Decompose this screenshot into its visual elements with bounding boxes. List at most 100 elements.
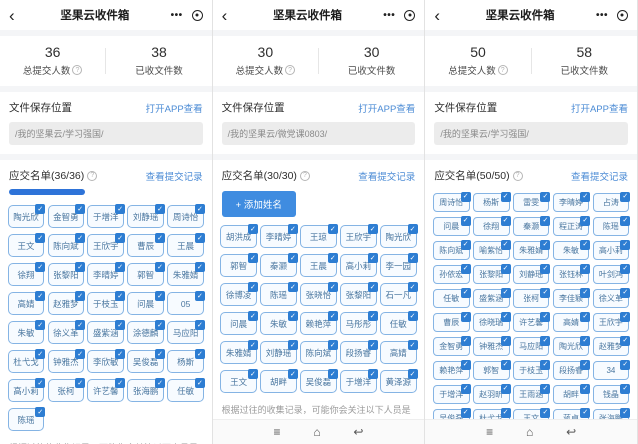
name-chip[interactable]: 陶光欣 ✓ [553,337,590,356]
back-icon[interactable]: ‹ [434,7,454,24]
name-chip[interactable]: 任敏 ✓ [167,379,204,402]
name-chip[interactable]: 徐义革 ✓ [48,321,85,344]
name-chip[interactable]: 陈向斌 ✓ [48,234,85,257]
name-chip[interactable]: 雷雯 ✓ [513,193,550,212]
name-chip[interactable]: 陶光欣 ✓ [380,225,417,248]
name-chip[interactable]: 钟雅杰 ✓ [48,350,85,373]
name-chip[interactable]: 石一凡 ✓ [380,283,417,306]
name-chip[interactable]: 高婧 ✓ [553,313,590,332]
name-chip[interactable]: 曹辰 ✓ [433,313,470,332]
name-chip[interactable]: 徐义革 ✓ [593,289,630,308]
name-chip[interactable]: 于枝玉 ✓ [87,292,124,315]
name-chip[interactable]: 问晨 ✓ [433,217,470,236]
name-chip[interactable]: 段扬睿 ✓ [340,341,377,364]
name-chip[interactable]: 于枝玉 ✓ [513,361,550,380]
home-icon[interactable]: ⌂ [313,426,320,438]
name-chip[interactable]: 徐翔 ✓ [473,217,510,236]
name-chip[interactable]: 段扬睿 ✓ [553,361,590,380]
name-chip[interactable]: 王欣宇 ✓ [340,225,377,248]
name-chip[interactable]: 张黎阳 ✓ [473,265,510,284]
name-chip[interactable]: 徐博凌 ✓ [220,283,257,306]
help-icon[interactable]: ? [72,65,82,75]
name-chip[interactable]: 马应阳 ✓ [513,337,550,356]
help-icon[interactable]: ? [300,171,310,181]
name-chip[interactable]: 吴俊磊 ✓ [300,370,337,393]
name-chip[interactable]: 程正涛 ✓ [553,217,590,236]
name-chip[interactable]: 王雨涵 ✓ [513,385,550,404]
name-chip[interactable]: 张晓怡 ✓ [300,283,337,306]
name-chip[interactable]: 刘静瑶 ✓ [127,205,164,228]
name-chip[interactable]: 张钰林 ✓ [553,265,590,284]
name-chip[interactable]: 王欣宇 ✓ [593,313,630,332]
name-chip[interactable]: 胡畔 ✓ [553,385,590,404]
help-icon[interactable]: ? [87,171,97,181]
view-submissions-link[interactable]: 查看提交记录 [146,169,203,183]
name-chip[interactable]: 赖艳萍 ✓ [300,312,337,335]
name-chip[interactable]: 高婧 ✓ [8,292,45,315]
name-chip[interactable]: 喻紫怡 ✓ [473,241,510,260]
name-chip[interactable]: 高小莉 ✓ [8,379,45,402]
name-chip[interactable]: 盛紫涵 ✓ [473,289,510,308]
name-chip[interactable]: 于增洋 ✓ [87,205,124,228]
name-chip[interactable]: 陈向斌 ✓ [433,241,470,260]
name-chip[interactable]: 张黎阳 ✓ [48,263,85,286]
name-chip[interactable]: 郭智 ✓ [473,361,510,380]
name-chip[interactable]: 李欣敏 ✓ [87,350,124,373]
name-chip[interactable]: 秦灏 ✓ [513,217,550,236]
name-chip[interactable]: 许艺馨 ✓ [87,379,124,402]
name-chip[interactable]: 赵雅梦 ✓ [48,292,85,315]
name-chip[interactable]: 王欣宇 ✓ [87,234,124,257]
name-chip[interactable]: 钟雅杰 ✓ [473,337,510,356]
name-chip[interactable]: 叶剑鸿 ✓ [593,265,630,284]
name-chip[interactable]: 金智勇 ✓ [433,337,470,356]
more-icon[interactable]: ••• [596,10,608,21]
back-icon[interactable]: ‹ [9,7,29,24]
name-chip[interactable]: 高小莉 ✓ [593,241,630,260]
name-chip[interactable]: 秦灏 ✓ [260,254,297,277]
name-chip[interactable]: 李一园 ✓ [380,254,417,277]
name-chip[interactable]: 高小莉 ✓ [340,254,377,277]
name-chip[interactable]: 问晨 ✓ [127,292,164,315]
name-chip[interactable]: 任敏 ✓ [380,312,417,335]
name-chip[interactable]: 陈瑶 ✓ [8,408,45,431]
name-chip[interactable]: 于增洋 ✓ [433,385,470,404]
name-chip[interactable]: 刘静瑶 ✓ [260,341,297,364]
name-chip[interactable]: 涂德麟 ✓ [127,321,164,344]
name-chip[interactable]: 赖艳萍 ✓ [433,361,470,380]
name-chip[interactable]: 朱雅婧 ✓ [220,341,257,364]
name-chip[interactable]: 许艺馨 ✓ [513,313,550,332]
miniprogram-exit-icon[interactable] [192,10,203,21]
open-app-link[interactable]: 打开APP查看 [358,101,415,115]
name-chip[interactable]: 王文 ✓ [8,234,45,257]
back-nav-icon[interactable]: ↩ [566,426,576,438]
name-chip[interactable]: 陈瑶 ✓ [593,217,630,236]
name-chip[interactable]: 马彤彤 ✓ [340,312,377,335]
name-chip[interactable]: 占涛 ✓ [593,193,630,212]
name-chip[interactable]: 朱敏 ✓ [8,321,45,344]
name-chip[interactable]: 黄泽源 ✓ [380,370,417,393]
menu-icon[interactable]: ≡ [273,426,280,438]
name-chip[interactable]: 赵羽昕 ✓ [473,385,510,404]
more-icon[interactable]: ••• [171,10,183,21]
name-chip[interactable]: 朱雅婧 ✓ [167,263,204,286]
name-chip[interactable]: 徐晓瑞 ✓ [473,313,510,332]
name-chip[interactable]: 李晴婷 ✓ [553,193,590,212]
name-chip[interactable]: 张海鹏 ✓ [127,379,164,402]
name-chip[interactable]: 朱敏 ✓ [553,241,590,260]
name-chip[interactable]: 陈向斌 ✓ [300,341,337,364]
name-chip[interactable]: 郭智 ✓ [127,263,164,286]
name-chip[interactable]: 孙依宏 ✓ [433,265,470,284]
name-chip[interactable]: 陶光欣 ✓ [8,205,45,228]
view-submissions-link[interactable]: 查看提交记录 [571,169,628,183]
name-chip[interactable]: 王晨 ✓ [167,234,204,257]
name-chip[interactable]: 陈瑶 ✓ [260,283,297,306]
name-chip[interactable]: 吴俊磊 ✓ [127,350,164,373]
more-icon[interactable]: ••• [383,10,395,21]
miniprogram-exit-icon[interactable] [617,10,628,21]
open-app-link[interactable]: 打开APP查看 [571,101,628,115]
name-chip[interactable]: 李晴婷 ✓ [87,263,124,286]
add-name-button[interactable]: + 添加姓名 [222,191,296,217]
open-app-link[interactable]: 打开APP查看 [146,101,203,115]
name-chip[interactable]: 徐翔 ✓ [8,263,45,286]
name-chip[interactable]: 李佳颖 ✓ [553,289,590,308]
